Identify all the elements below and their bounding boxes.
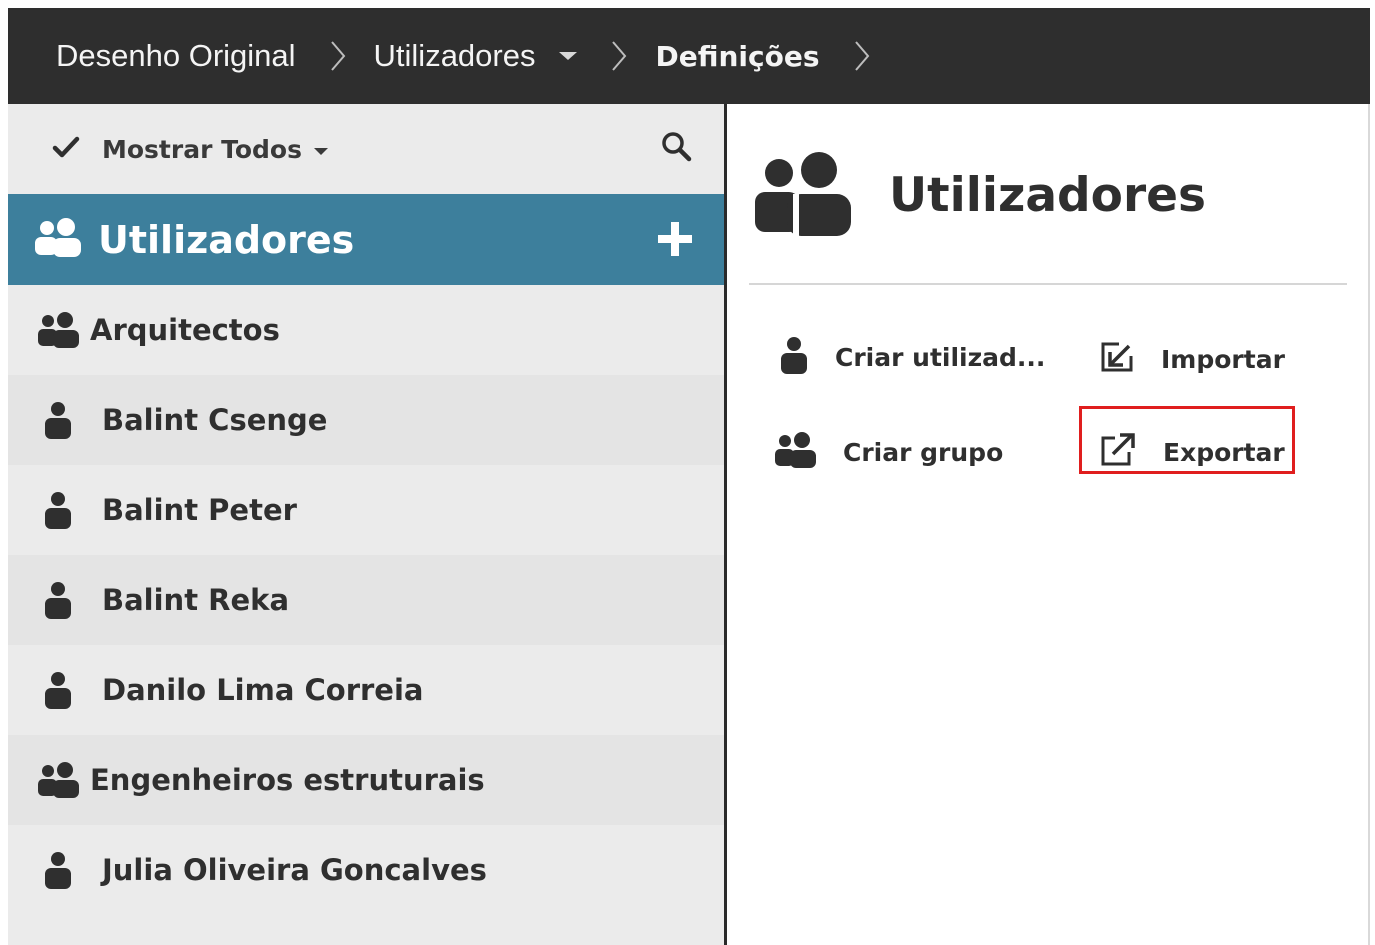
divider bbox=[749, 283, 1347, 285]
users-group-icon bbox=[753, 150, 853, 240]
panel-header: Utilizadores bbox=[753, 150, 1206, 240]
user-icon bbox=[34, 851, 82, 889]
list-item-label: Danilo Lima Correia bbox=[102, 673, 424, 707]
breadcrumb-item-settings[interactable]: Definições bbox=[655, 40, 819, 73]
user-icon bbox=[779, 336, 809, 378]
list-item-label: Arquitectos bbox=[90, 313, 280, 347]
create-user-label: Criar utilizad... bbox=[835, 342, 1046, 372]
list-item[interactable]: Danilo Lima Correia bbox=[8, 645, 724, 735]
user-icon bbox=[34, 401, 82, 439]
users-group-icon bbox=[34, 762, 82, 798]
list-item[interactable]: Balint Reka bbox=[8, 555, 724, 645]
list-item-label: Balint Peter bbox=[102, 493, 297, 527]
breadcrumb-item-users[interactable]: Utilizadores bbox=[374, 38, 536, 74]
create-user-button[interactable]: Criar utilizad... bbox=[779, 336, 1045, 378]
import-icon bbox=[1099, 340, 1135, 378]
caret-down-icon[interactable] bbox=[559, 52, 578, 60]
chevron-right-icon bbox=[316, 36, 360, 76]
user-icon bbox=[34, 581, 82, 619]
add-user-button[interactable] bbox=[656, 220, 694, 258]
list-item[interactable]: Balint Peter bbox=[8, 465, 724, 555]
chevron-right-icon bbox=[840, 36, 884, 76]
create-group-label: Criar grupo bbox=[843, 437, 1004, 467]
list-item[interactable]: Balint Csenge bbox=[8, 375, 724, 465]
list-item-label: Engenheiros estruturais bbox=[90, 763, 485, 797]
list-item-label: Julia Oliveira Goncalves bbox=[102, 853, 487, 887]
import-button[interactable]: Importar bbox=[1099, 340, 1285, 378]
check-icon bbox=[52, 135, 80, 163]
chevron-right-icon bbox=[597, 36, 641, 76]
panel-border bbox=[1368, 104, 1370, 945]
user-icon bbox=[34, 491, 82, 529]
users-group-icon bbox=[32, 217, 84, 263]
breadcrumb: Desenho Original Utilizadores Definições bbox=[8, 8, 1370, 104]
search-icon[interactable] bbox=[660, 130, 694, 164]
user-icon bbox=[34, 671, 82, 709]
app-window: Desenho Original Utilizadores Definições… bbox=[8, 8, 1370, 945]
export-highlight-box bbox=[1079, 406, 1295, 474]
breadcrumb-item-project[interactable]: Desenho Original bbox=[56, 38, 296, 74]
filter-bar: Mostrar Todos bbox=[8, 104, 724, 194]
list-item[interactable]: Julia Oliveira Goncalves bbox=[8, 825, 724, 915]
users-sidebar: Mostrar Todos Utilizadores Arquitectos Ba… bbox=[8, 104, 724, 945]
list-item-label: Balint Reka bbox=[102, 583, 290, 617]
users-group-icon bbox=[773, 432, 817, 472]
caret-down-icon[interactable] bbox=[313, 147, 328, 155]
users-group-header[interactable]: Utilizadores bbox=[8, 194, 724, 285]
list-item[interactable]: Arquitectos bbox=[8, 285, 724, 375]
list-item-label: Balint Csenge bbox=[102, 403, 328, 437]
page-title: Utilizadores bbox=[889, 167, 1206, 223]
create-group-button[interactable]: Criar grupo bbox=[773, 432, 1003, 472]
list-item[interactable]: Engenheiros estruturais bbox=[8, 735, 724, 825]
users-group-icon bbox=[34, 312, 82, 348]
users-group-title: Utilizadores bbox=[98, 217, 355, 262]
filter-dropdown[interactable]: Mostrar Todos bbox=[102, 135, 302, 164]
import-label: Importar bbox=[1161, 344, 1285, 374]
users-detail-panel: Utilizadores Criar utilizad... Importar … bbox=[727, 104, 1368, 945]
users-list: Arquitectos Balint Csenge Balint Peter Bali… bbox=[8, 285, 724, 915]
